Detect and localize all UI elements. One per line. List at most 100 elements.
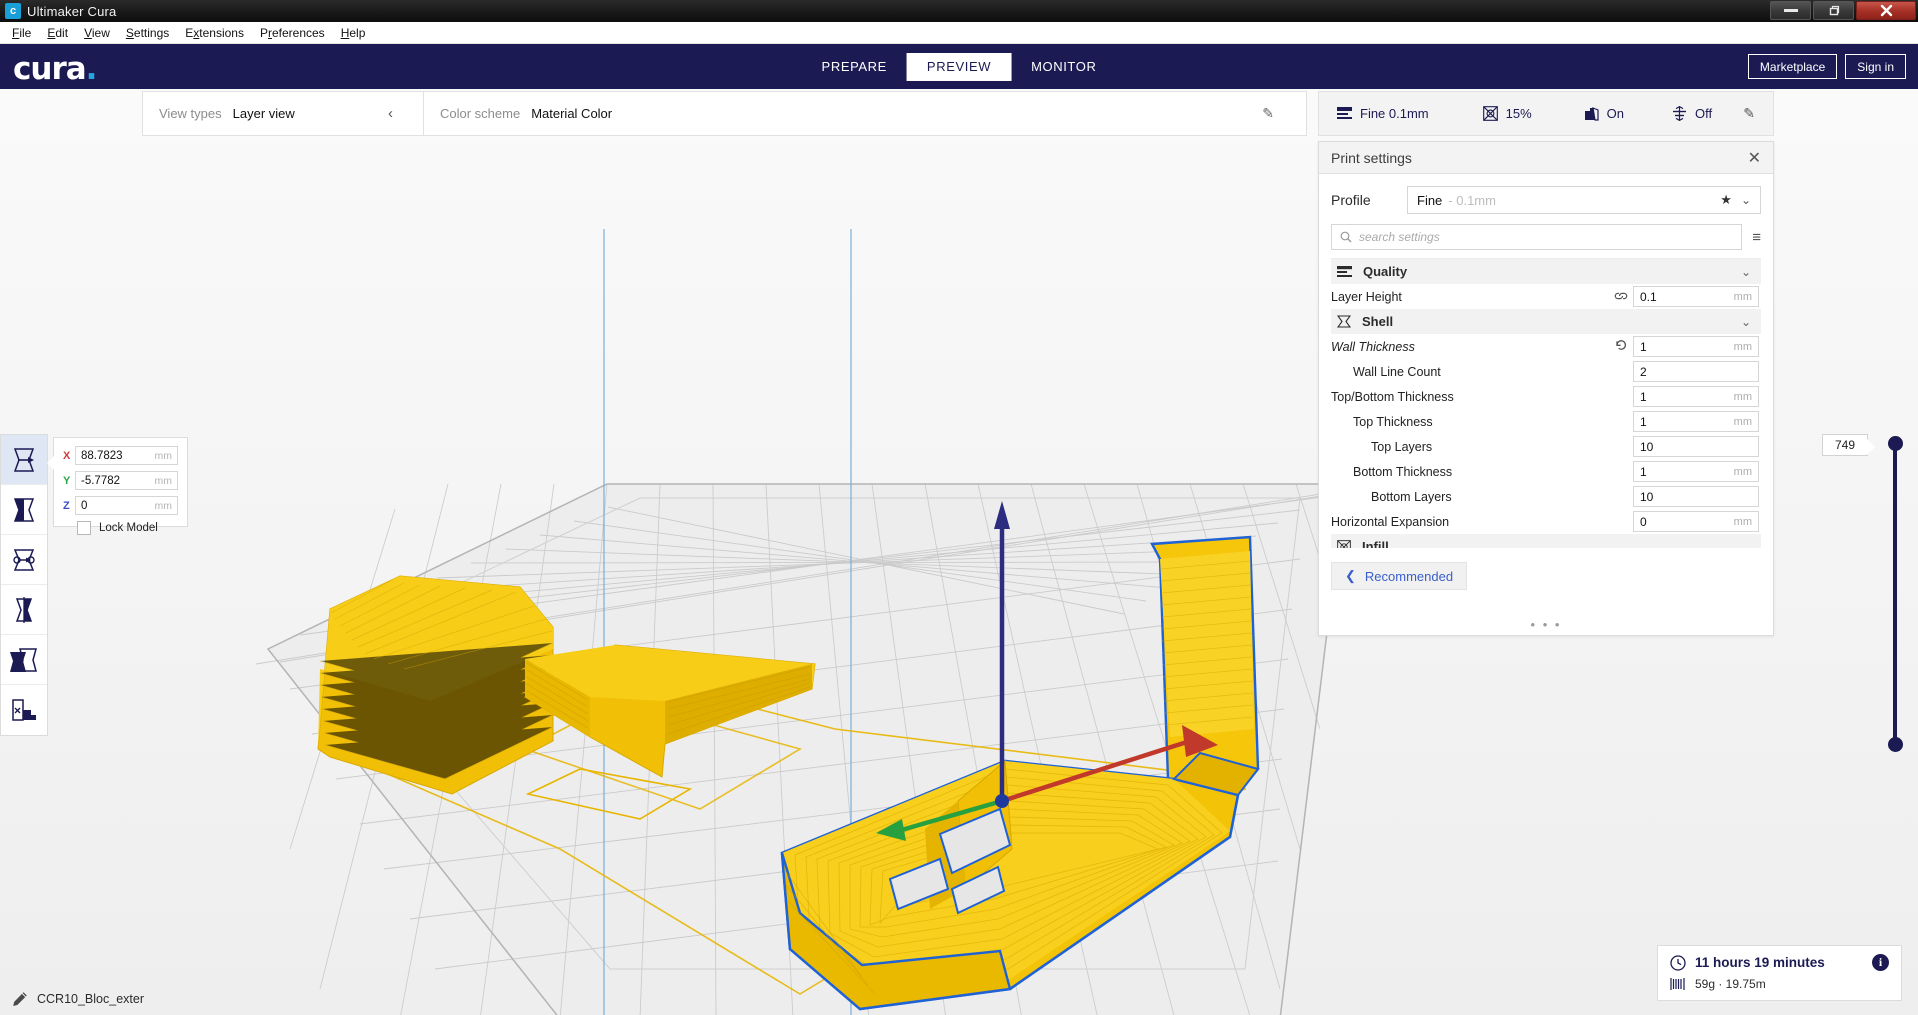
color-scheme-selector[interactable]: Color scheme Material Color ✎ bbox=[424, 92, 1306, 135]
setting-row-bottom-layers[interactable]: Bottom Layers 10 bbox=[1331, 484, 1761, 509]
panel-resize-grip[interactable]: • • • bbox=[1531, 617, 1562, 632]
setting-input[interactable]: 0 mm bbox=[1633, 511, 1759, 532]
setting-value: 10 bbox=[1640, 440, 1653, 454]
print-job-summary-card: 11 hours 19 minutes i 59g · 19.75m bbox=[1657, 945, 1902, 1001]
estimated-print-time: 11 hours 19 minutes bbox=[1695, 955, 1825, 970]
setting-input[interactable]: 0.1 mm bbox=[1633, 286, 1759, 307]
minimize-button[interactable] bbox=[1770, 1, 1811, 20]
support-blocker-tool-button[interactable] bbox=[1, 685, 47, 735]
setting-row-wall-line-count[interactable]: Wall Line Count 2 bbox=[1331, 359, 1761, 384]
setting-label: Wall Thickness bbox=[1331, 340, 1609, 354]
search-input[interactable]: search settings bbox=[1331, 224, 1742, 250]
position-x-input[interactable]: 88.7823 mm bbox=[75, 446, 178, 465]
setting-input[interactable]: 1 mm bbox=[1633, 386, 1759, 407]
setting-row-top-layers[interactable]: Top Layers 10 bbox=[1331, 434, 1761, 459]
per-model-settings-tool-button[interactable] bbox=[1, 635, 47, 685]
setting-unit: mm bbox=[1734, 466, 1752, 478]
active-file-name[interactable]: CCR10_Bloc_exter bbox=[12, 991, 144, 1007]
support-blocker-icon bbox=[9, 697, 39, 723]
summary-pencil-icon[interactable]: ✎ bbox=[1743, 105, 1755, 122]
menu-item-edit[interactable]: Edit bbox=[39, 24, 76, 42]
setting-row-wall-thickness[interactable]: Wall Thickness 1 mm bbox=[1331, 334, 1761, 359]
menu-item-help[interactable]: Help bbox=[333, 24, 374, 42]
print-settings-footer: ❮ Recommended bbox=[1319, 548, 1773, 590]
profile-dropdown[interactable]: Fine - 0.1mm ★ ⌄ bbox=[1407, 186, 1761, 214]
layer-height-icon bbox=[1337, 107, 1352, 120]
pencil-icon[interactable] bbox=[12, 991, 28, 1007]
setting-label: Top Thickness bbox=[1331, 415, 1609, 429]
layer-slider-upper-handle[interactable] bbox=[1888, 436, 1903, 451]
setting-row-layer-height[interactable]: Layer Height 0.1 mm bbox=[1331, 284, 1761, 309]
revert-icon[interactable] bbox=[1609, 339, 1633, 354]
setting-row-top-thickness[interactable]: Top Thickness 1 mm bbox=[1331, 409, 1761, 434]
scale-tool-button[interactable] bbox=[1, 485, 47, 535]
chevron-left-icon[interactable]: ‹ bbox=[374, 105, 407, 122]
object-position-panel: X 88.7823 mm Y -5.7782 mm Z 0 mm Lock Mo… bbox=[53, 437, 188, 527]
layer-slider-track[interactable] bbox=[1893, 443, 1897, 743]
settings-list[interactable]: Quality ⌄ Layer Height 0.1 mm Shell ⌄ Wa… bbox=[1331, 258, 1761, 548]
link-icon[interactable] bbox=[1609, 290, 1633, 304]
layer-slider-lower-handle[interactable] bbox=[1888, 737, 1903, 752]
setting-input[interactable]: 1 mm bbox=[1633, 461, 1759, 482]
close-icon[interactable]: ✕ bbox=[1748, 148, 1761, 168]
setting-value: 1 bbox=[1640, 390, 1647, 404]
layer-slider-value[interactable]: 749 bbox=[1822, 434, 1868, 456]
setting-input[interactable]: 1 mm bbox=[1633, 336, 1759, 357]
marketplace-button[interactable]: Marketplace bbox=[1748, 54, 1837, 79]
setting-value: 2 bbox=[1640, 365, 1647, 379]
model-toolbar bbox=[0, 434, 48, 736]
close-button[interactable] bbox=[1856, 1, 1916, 20]
move-tool-icon bbox=[9, 447, 39, 473]
tab-prepare[interactable]: PREPARE bbox=[802, 53, 907, 81]
mirror-tool-button[interactable] bbox=[1, 585, 47, 635]
layer-slider[interactable]: 749 bbox=[1888, 434, 1902, 754]
settings-category-quality[interactable]: Quality ⌄ bbox=[1331, 259, 1761, 284]
settings-category-shell[interactable]: Shell ⌄ bbox=[1331, 309, 1761, 334]
setting-input[interactable]: 2 bbox=[1633, 361, 1759, 382]
settings-category-infill[interactable]: Infill ⌄ bbox=[1331, 534, 1761, 548]
setting-row-bottom-thickness[interactable]: Bottom Thickness 1 mm bbox=[1331, 459, 1761, 484]
position-z-unit: mm bbox=[155, 500, 173, 512]
recommended-button[interactable]: ❮ Recommended bbox=[1331, 562, 1467, 590]
color-scheme-value: Material Color bbox=[531, 106, 612, 121]
chevron-down-icon[interactable]: ⌄ bbox=[1741, 315, 1751, 329]
chevron-down-icon[interactable]: ⌄ bbox=[1741, 265, 1751, 279]
position-y-value: -5.7782 bbox=[81, 475, 120, 487]
menu-item-file[interactable]: File bbox=[4, 24, 39, 42]
setting-input[interactable]: 1 mm bbox=[1633, 411, 1759, 432]
view-types-selector[interactable]: View types Layer view ‹ bbox=[143, 92, 423, 135]
setting-row-top-bottom-thickness[interactable]: Top/Bottom Thickness 1 mm bbox=[1331, 384, 1761, 409]
setting-row-horizontal-expansion[interactable]: Horizontal Expansion 0 mm bbox=[1331, 509, 1761, 534]
job-time-row: 11 hours 19 minutes i bbox=[1670, 954, 1889, 971]
rotate-tool-button[interactable] bbox=[1, 535, 47, 585]
lock-model-row[interactable]: Lock Model bbox=[63, 521, 178, 535]
position-z-input[interactable]: 0 mm bbox=[75, 496, 178, 515]
maximize-button[interactable] bbox=[1813, 1, 1854, 20]
lock-model-label: Lock Model bbox=[99, 522, 158, 534]
menu-item-view[interactable]: View bbox=[76, 24, 118, 42]
position-y-input[interactable]: -5.7782 mm bbox=[75, 471, 178, 490]
setting-label: Wall Line Count bbox=[1331, 365, 1609, 379]
sign-in-button[interactable]: Sign in bbox=[1845, 54, 1906, 79]
menu-item-settings[interactable]: Settings bbox=[118, 24, 177, 42]
pencil-icon[interactable]: ✎ bbox=[1262, 105, 1290, 122]
info-icon[interactable]: i bbox=[1872, 954, 1889, 971]
star-icon[interactable]: ★ bbox=[1720, 192, 1732, 208]
setting-input[interactable]: 10 bbox=[1633, 436, 1759, 457]
menu-item-preferences[interactable]: Preferences bbox=[252, 24, 333, 42]
window-title: Ultimaker Cura bbox=[27, 4, 116, 19]
move-tool-button[interactable] bbox=[1, 435, 47, 485]
chevron-down-icon[interactable]: ⌄ bbox=[1741, 540, 1751, 549]
print-settings-header: Print settings ✕ bbox=[1319, 142, 1773, 174]
tab-preview[interactable]: PREVIEW bbox=[907, 53, 1011, 81]
setting-input[interactable]: 10 bbox=[1633, 486, 1759, 507]
chevron-down-icon[interactable]: ⌄ bbox=[1741, 193, 1751, 207]
setting-value: 0 bbox=[1640, 515, 1647, 529]
position-y-row: Y -5.7782 mm bbox=[63, 471, 178, 490]
tab-monitor[interactable]: MONITOR bbox=[1011, 53, 1116, 81]
menu-item-extensions[interactable]: Extensions bbox=[177, 24, 252, 42]
axis-z-label: Z bbox=[63, 500, 75, 512]
print-settings-summary-bar[interactable]: Fine 0.1mm 15% On Off ✎ bbox=[1318, 91, 1774, 136]
settings-visibility-menu-icon[interactable]: ≡ bbox=[1752, 229, 1761, 246]
lock-model-checkbox[interactable] bbox=[77, 521, 91, 535]
